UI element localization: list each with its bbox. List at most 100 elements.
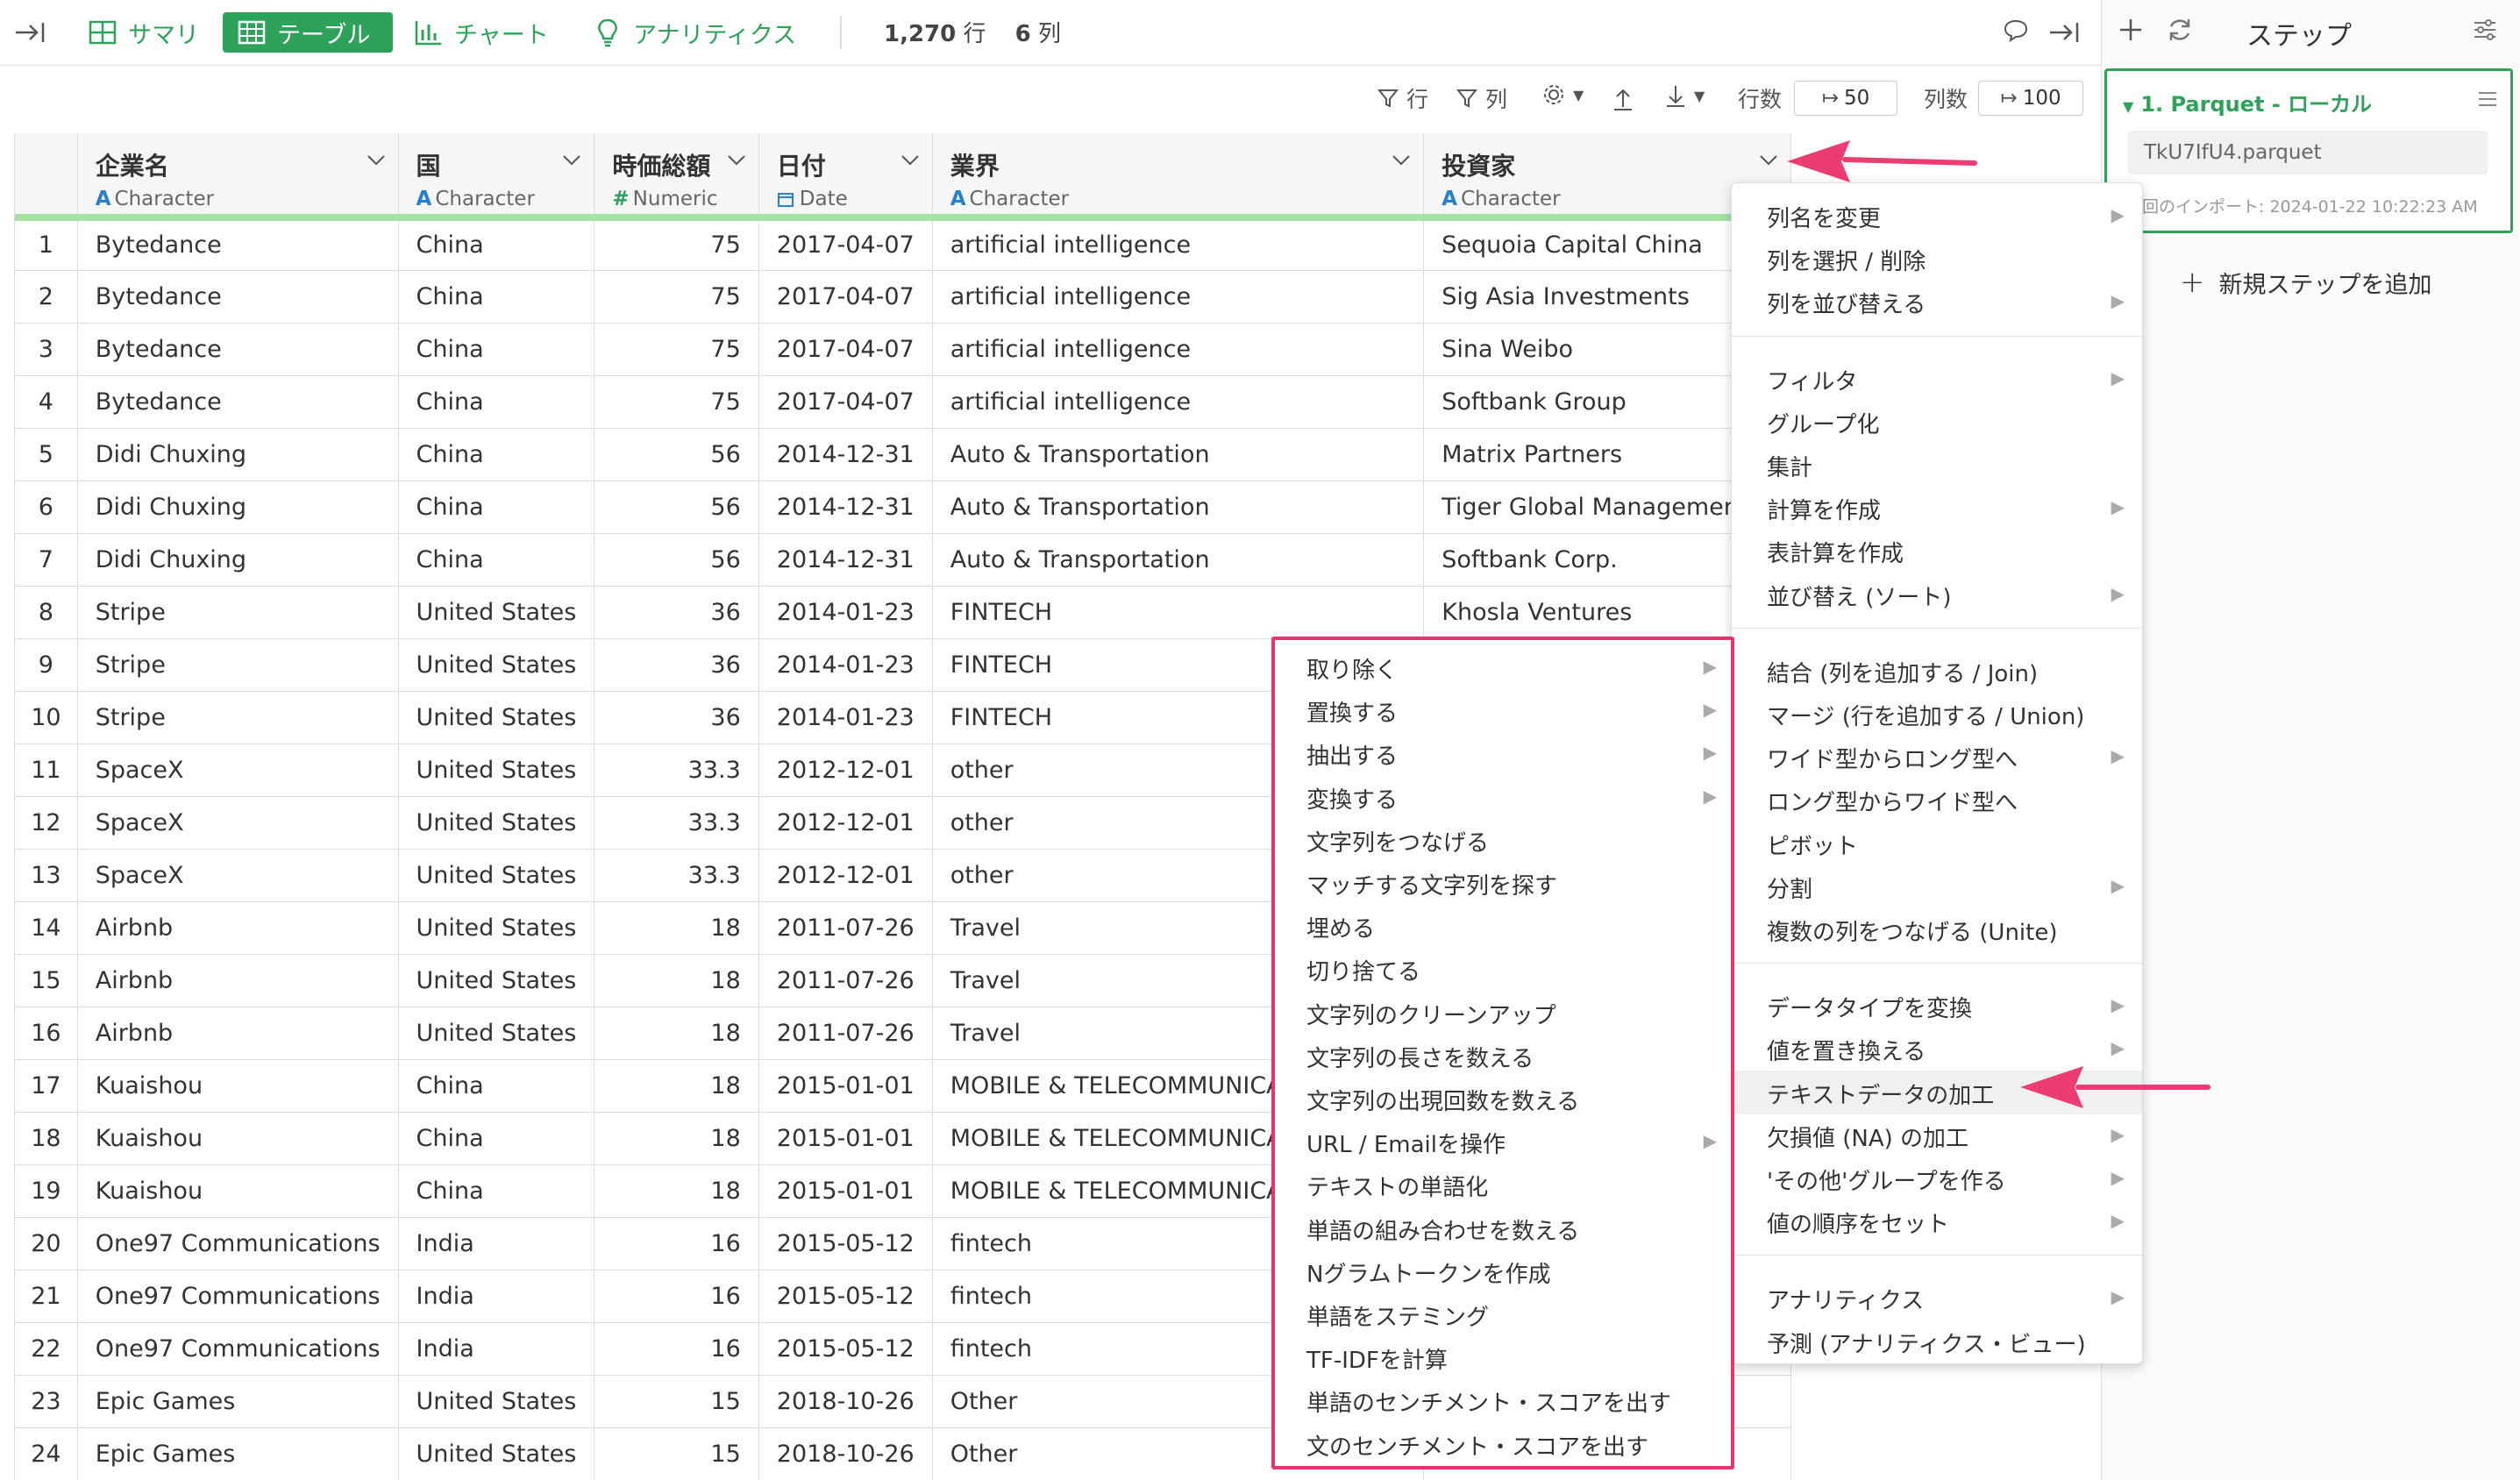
column-menu-item[interactable]: 計算を作成	[1767, 493, 1881, 525]
column-menu-item[interactable]: ワイド型からロング型へ	[1767, 742, 2018, 774]
text-submenu-item[interactable]: 変換する	[1306, 782, 1398, 815]
column-menu-item[interactable]: ピボット	[1767, 829, 1858, 861]
annotation-arrow-icon	[1787, 140, 1977, 182]
column-header[interactable]: 時価総額 # Numeric	[594, 133, 759, 221]
rows-limit-input[interactable]: ↦ 50	[1794, 81, 1897, 116]
text-submenu-item[interactable]: 単語の組み合わせを数える	[1306, 1213, 1579, 1246]
column-header[interactable]: 国 A Character	[398, 133, 595, 221]
column-menu-item[interactable]: 分割	[1767, 872, 1812, 904]
cell-industry: Auto & Transportation	[932, 533, 1425, 587]
text-submenu-item[interactable]: TF-IDFを計算	[1306, 1342, 1448, 1375]
tab-summary[interactable]: サマリ	[74, 12, 213, 53]
text-submenu-item[interactable]: 文字列をつなげる	[1306, 825, 1489, 857]
text-submenu-item[interactable]: URL / Emailを操作	[1306, 1127, 1506, 1159]
chevron-down-icon[interactable]	[562, 154, 581, 167]
text-submenu-item[interactable]: 埋める	[1306, 911, 1375, 943]
text-submenu-item[interactable]: マッチする文字列を探す	[1306, 868, 1557, 900]
chevron-down-icon[interactable]	[901, 154, 920, 167]
chevron-right-icon: ▶	[1703, 785, 1717, 807]
text-submenu-item[interactable]: 取り除く	[1306, 652, 1398, 685]
cell-date: 2015-01-01	[758, 1112, 933, 1165]
sliders-icon[interactable]	[2471, 16, 2499, 44]
column-menu-item[interactable]: 列を並び替える	[1767, 287, 1926, 319]
caret-down-icon: ▼	[1694, 87, 1705, 104]
chevron-right-icon: ▶	[1703, 656, 1717, 677]
cols-limit-input[interactable]: ↦ 100	[1978, 81, 2083, 116]
text-submenu-item[interactable]: 置換する	[1306, 695, 1398, 728]
text-submenu-item[interactable]: 単語のセンチメント・スコアを出す	[1306, 1385, 1671, 1418]
comment-icon[interactable]	[2003, 18, 2029, 44]
upload-icon[interactable]	[1612, 86, 1634, 112]
column-header[interactable]: 業界 A Character	[932, 133, 1425, 221]
cell-date: 2017-04-07	[758, 270, 933, 324]
tab-table[interactable]: テーブル	[223, 12, 393, 53]
add-step-label: 新規ステップを追加	[2218, 271, 2432, 299]
add-step-button[interactable]: + 新規ステップを追加	[2180, 265, 2432, 300]
column-menu-item[interactable]: マージ (行を追加する / Union)	[1767, 699, 2084, 731]
chevron-right-icon: ▶	[2111, 204, 2125, 225]
column-menu-item[interactable]: 値を置き換える	[1767, 1034, 1926, 1066]
text-submenu-item[interactable]: 抽出する	[1306, 738, 1398, 771]
row-index: 7	[15, 533, 78, 587]
column-menu-item[interactable]: 表計算を作成	[1767, 536, 1904, 568]
hamburger-menu-icon[interactable]	[2477, 90, 2498, 108]
cell-industry: artificial intelligence	[932, 217, 1425, 271]
tab-analytics[interactable]: アナリティクス	[579, 12, 810, 53]
chevron-down-icon[interactable]	[1392, 154, 1411, 167]
row-index: 9	[15, 638, 78, 692]
column-menu-item[interactable]: 'その他'グループを作る	[1767, 1163, 2006, 1196]
chevron-down-icon[interactable]	[1759, 154, 1778, 167]
row-filter-label: 行	[1406, 87, 1429, 112]
chevron-down-icon[interactable]	[727, 154, 746, 167]
column-menu-item[interactable]: ロング型からワイド型へ	[1767, 785, 2018, 817]
step-title[interactable]: ▼ 1. Parquet - ローカル	[2123, 87, 2372, 117]
column-menu-item[interactable]: 予測 (アナリティクス・ビュー)	[1767, 1327, 2086, 1359]
cell-company: Epic Games	[77, 1427, 399, 1480]
column-menu-item[interactable]: グループ化	[1767, 407, 1879, 439]
column-menu-item[interactable]: 並び替え (ソート)	[1767, 580, 1952, 612]
chevron-down-icon[interactable]	[367, 154, 386, 167]
column-menu-item[interactable]: 列名を変更	[1767, 201, 1881, 233]
column-menu-item[interactable]: データタイプを変換	[1767, 991, 1972, 1023]
cell-company: Epic Games	[77, 1375, 399, 1428]
text-submenu-item[interactable]: テキストの単語化	[1306, 1170, 1488, 1202]
column-header[interactable]: 企業名 A Character	[77, 133, 399, 221]
text-submenu-item[interactable]: Nグラムトークンを作成	[1306, 1256, 1551, 1289]
column-menu-item[interactable]: フィルタ	[1767, 364, 1857, 396]
top-toolbar: サマリ テーブル チャート アナリティクス 1,270 行 6 列	[0, 0, 2101, 66]
col-filter-button[interactable]: 列	[1456, 82, 1507, 114]
cell-market-cap: 75	[594, 217, 759, 271]
row-filter-button[interactable]: 行	[1377, 82, 1428, 114]
download-dropdown[interactable]: ▼	[1664, 82, 1705, 109]
collapse-right-icon[interactable]	[2048, 19, 2080, 46]
cell-industry: artificial intelligence	[932, 270, 1425, 324]
cell-country: China	[398, 217, 595, 271]
plus-icon[interactable]	[2117, 16, 2145, 44]
refresh-icon[interactable]	[2166, 16, 2194, 44]
column-menu-item[interactable]: テキストデータの加工	[1767, 1078, 1994, 1110]
table-header-row: 企業名 A Character 国 A Character 時価総額 # Numeric 日…	[15, 133, 1791, 221]
column-menu-item[interactable]: 値の順序をセット	[1767, 1206, 1949, 1239]
text-submenu-item[interactable]: 切り捨てる	[1306, 954, 1420, 986]
step-card[interactable]: ▼ 1. Parquet - ローカル TkU7IfU4.parquet 回のイン…	[2104, 68, 2513, 233]
column-menu-item[interactable]: 集計	[1767, 450, 1812, 482]
text-submenu-item[interactable]: 文字列のクリーンアップ	[1306, 998, 1556, 1030]
text-submenu-item[interactable]: 単語をステミング	[1306, 1299, 1489, 1332]
column-menu-item[interactable]: 結合 (列を追加する / Join)	[1767, 656, 2038, 688]
text-submenu-item[interactable]: 文字列の出現回数を数える	[1306, 1084, 1579, 1116]
column-menu-item[interactable]: 欠損値 (NA) の加工	[1767, 1121, 1968, 1153]
column-menu-item[interactable]: アナリティクス	[1767, 1283, 1924, 1315]
cell-date: 2017-04-07	[758, 217, 933, 271]
cell-date: 2014-01-23	[758, 586, 933, 639]
column-header[interactable]: 日付 Date	[758, 133, 933, 221]
collapse-left-icon[interactable]	[14, 19, 46, 46]
text-submenu-item[interactable]: 文字列の長さを数える	[1306, 1041, 1534, 1073]
text-submenu-item[interactable]: 文のセンチメント・スコアを出す	[1306, 1429, 1648, 1462]
character-type-icon: A	[416, 188, 432, 210]
column-menu-item[interactable]: 列を選択 / 削除	[1767, 244, 1926, 276]
cell-market-cap: 18	[594, 954, 759, 1007]
column-menu-item[interactable]: 複数の列をつなげる (Unite)	[1767, 914, 2057, 947]
tab-chart[interactable]: チャート	[400, 12, 563, 53]
row-index: 3	[15, 323, 78, 376]
settings-dropdown[interactable]: ▼	[1541, 82, 1584, 107]
